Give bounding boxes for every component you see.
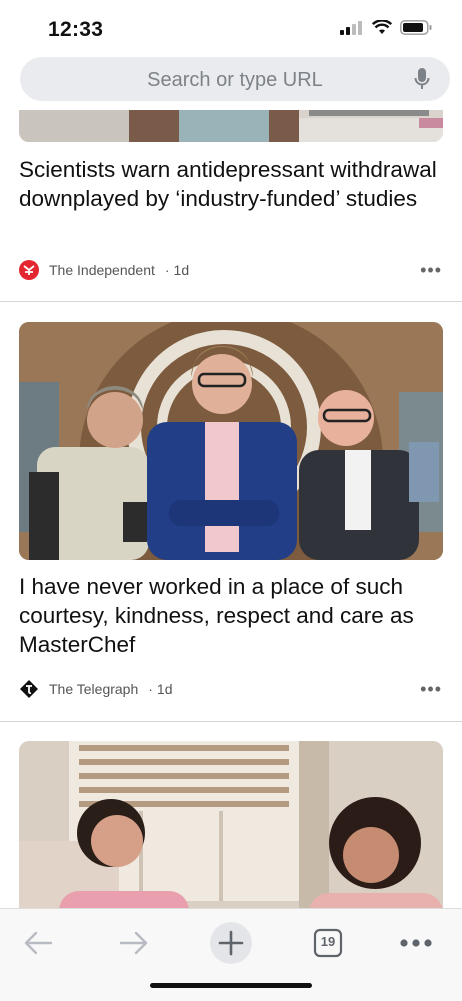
tab-count: 19 [320,934,336,949]
article-card-independent[interactable]: Scientists warn antidepressant withdrawa… [0,110,462,300]
wifi-icon [372,20,392,34]
more-options-icon[interactable]: ••• [420,679,442,700]
plus-icon [210,922,252,964]
article-headline[interactable]: Scientists warn antidepressant withdrawa… [19,155,439,213]
telegraph-logo-icon [20,680,38,698]
news-feed[interactable]: Scientists warn antidepressant withdrawa… [0,110,462,908]
article-age: 1d [156,681,173,697]
menu-button[interactable] [394,921,438,965]
tab-switcher-button[interactable]: 19 [306,921,350,965]
status-icons [340,20,432,35]
source-separator: · [148,681,153,697]
microphone-icon[interactable] [414,67,430,91]
independent-logo-icon [19,260,39,280]
article-source[interactable]: The Telegraph · 1d [19,679,173,699]
status-time: 12:33 [48,18,104,41]
divider [0,721,462,722]
more-menu-icon [400,939,432,947]
forward-arrow-icon [119,931,148,955]
article-card-3[interactable] [0,741,462,908]
forward-button[interactable] [112,921,156,965]
article-image[interactable] [19,741,443,908]
status-bar: 12:33 [0,0,462,52]
search-input[interactable]: Search or type URL [20,69,450,92]
article-age: 1d [173,262,190,278]
url-bar[interactable]: Search or type URL [20,57,450,101]
article-image[interactable] [19,110,443,142]
article-card-telegraph[interactable]: I have never worked in a place of such c… [0,322,462,702]
article-headline[interactable]: I have never worked in a place of such c… [19,572,439,659]
source-separator: · [164,262,170,278]
article-source[interactable]: The Independent · 1d [19,260,189,280]
source-name: The Telegraph [49,681,139,697]
back-button[interactable] [16,921,60,965]
signal-icon [340,20,362,35]
home-indicator[interactable] [150,983,312,988]
battery-icon [400,20,432,35]
more-options-icon[interactable]: ••• [420,260,442,281]
new-tab-button[interactable] [209,921,253,965]
source-name: The Independent [49,262,155,278]
back-arrow-icon [24,931,53,955]
divider [0,301,462,302]
article-image[interactable] [19,322,443,560]
